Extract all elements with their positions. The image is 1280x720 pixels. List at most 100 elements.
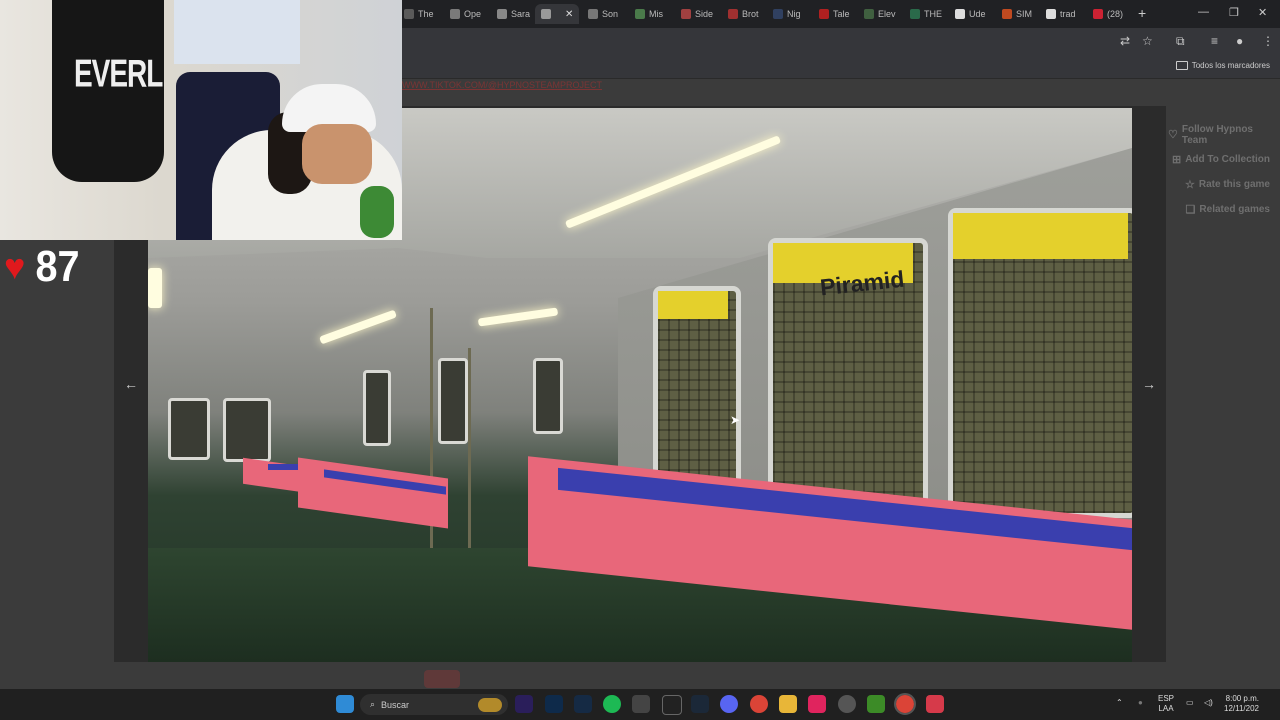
language-code: ESP [1158,694,1175,703]
browser-tab[interactable]: Ude [955,4,986,24]
previous-arrow-icon[interactable]: ← [124,376,138,392]
minimize-icon[interactable]: — [1198,6,1209,18]
tiktok-icon[interactable] [808,695,826,713]
extensions-icon[interactable]: ⧉ [1176,34,1185,49]
webcam-overlay: EVERL [0,0,402,240]
tab-label: Ude [969,9,986,19]
restore-icon[interactable]: ❐ [1229,6,1239,19]
browser-tab[interactable]: THE [910,4,942,24]
file-explorer-icon[interactable] [779,695,797,713]
chrome-active-icon[interactable] [894,693,916,715]
tab-label: SIM [1016,9,1033,19]
start-icon[interactable] [336,695,354,713]
tab-favicon-icon [773,9,783,19]
collection-icon: ⊞ [1171,154,1182,166]
tab-favicon-icon [635,9,645,19]
rate-game-button[interactable]: ☆ Rate this game [1168,172,1278,197]
steam-icon[interactable] [691,695,709,713]
close-window-icon[interactable]: ✕ [1258,6,1267,19]
premiere-icon[interactable] [515,695,533,713]
app-icon[interactable] [632,695,650,713]
wall-poster [174,0,300,64]
folder-icon [1175,61,1188,70]
tab-favicon-icon [497,9,507,19]
tab-label: THE [924,9,942,19]
tab-label: Ope [464,9,482,19]
bookmark-star-icon[interactable]: ☆ [1142,34,1153,48]
new-tab-button[interactable]: + [1138,5,1146,21]
browser-tab[interactable]: The [404,4,434,24]
browser-tab[interactable]: Ope [450,4,481,24]
frog-toy [360,186,394,238]
browser-tab[interactable]: ✕ [535,4,580,24]
add-to-collection-button[interactable]: ⊞ Add To Collection [1168,147,1278,172]
browser-tab[interactable]: Side [681,4,713,24]
spotify-icon[interactable] [603,695,621,713]
browser-tab[interactable]: (28) [1093,4,1123,24]
browser-tab[interactable]: Mis [635,4,663,24]
tab-label: Son [602,9,619,19]
tab-favicon-icon [404,9,414,19]
photoshop-icon[interactable] [545,695,563,713]
far-window [363,370,391,446]
mouse-cursor-icon: ➤ [730,413,741,427]
close-tab-icon[interactable]: ✕ [565,9,573,20]
station-sign-yellow [658,291,728,319]
menu-icon[interactable]: ⋮ [1262,34,1274,48]
windows-taskbar: ⌕ Buscar ⌃ ● ESP LAA ▭ ◁) 8:00 p.m. 12/1… [0,689,1280,720]
network-icon[interactable]: ▭ [1186,698,1194,708]
far-window [223,398,271,462]
browser-tab[interactable]: trad [1046,4,1076,24]
browser-tab[interactable]: Elev [864,4,896,24]
tab-label: Brot [742,9,759,19]
station-sign-yellow [953,213,1128,259]
tab-favicon-icon [864,9,874,19]
tab-label: trad [1060,9,1076,19]
tab-favicon-icon [955,9,965,19]
all-bookmarks-button[interactable]: Todos los marcadores [1175,61,1270,70]
tab-favicon-icon [1002,9,1012,19]
tab-label: Tale [833,9,850,19]
book-icon: ❑ [1185,204,1196,216]
rate-game-label: Rate this game [1198,179,1270,190]
browser-tab[interactable]: Brot [728,4,759,24]
ceiling-light [477,307,559,327]
bench-seat [298,457,448,529]
search-icon: ⌕ [370,699,376,709]
translate-icon[interactable]: ⇄ [1120,34,1130,48]
related-games-button[interactable]: ❑ Related games [1168,197,1278,222]
tab-label: Nig [787,9,801,19]
browser-tab[interactable]: Tale [819,4,850,24]
play-button-ghost [424,670,460,688]
tab-favicon-icon [728,9,738,19]
tab-label: The [418,9,434,19]
chrome-icon[interactable] [750,695,768,713]
profile-avatar-icon[interactable]: ● [1236,34,1243,48]
discord-icon[interactable] [720,695,738,713]
chevron-up-icon[interactable]: ⌃ [1116,698,1123,708]
volume-icon[interactable]: ◁) [1204,698,1213,708]
tiktok-link[interactable]: WWW.TIKTOK.COM/@HYPNOSTEAMPROJECT [402,80,602,90]
app-icon[interactable] [926,695,944,713]
next-arrow-icon[interactable]: → [1142,376,1156,392]
taskbar-search[interactable]: ⌕ Buscar [360,694,508,715]
region-code: LAA [1158,704,1174,713]
browser-tab[interactable]: Nig [773,4,801,24]
media-icon[interactable]: ≡ [1211,34,1218,48]
microphone-icon[interactable]: ● [1138,698,1143,708]
follow-button[interactable]: ♡ Follow Hypnos Team [1168,122,1278,147]
epic-games-icon[interactable] [662,695,682,715]
browser-tab[interactable]: Son [588,4,618,24]
browser-tab[interactable]: SIM [1002,4,1032,24]
star-icon: ☆ [1184,179,1195,191]
browser-tab[interactable]: Sara [497,4,530,24]
lives-counter: ♥ 87 [4,242,82,292]
ceiling-light [148,268,162,308]
language-indicator[interactable]: ESP LAA [1158,694,1174,714]
lightroom-icon[interactable] [574,695,592,713]
tab-favicon-icon [681,9,691,19]
clock[interactable]: 8:00 p.m. 12/11/202 [1224,694,1259,714]
add-to-collection-label: Add To Collection [1185,154,1270,165]
app-icon[interactable] [838,695,856,713]
xbox-icon[interactable] [867,695,885,713]
